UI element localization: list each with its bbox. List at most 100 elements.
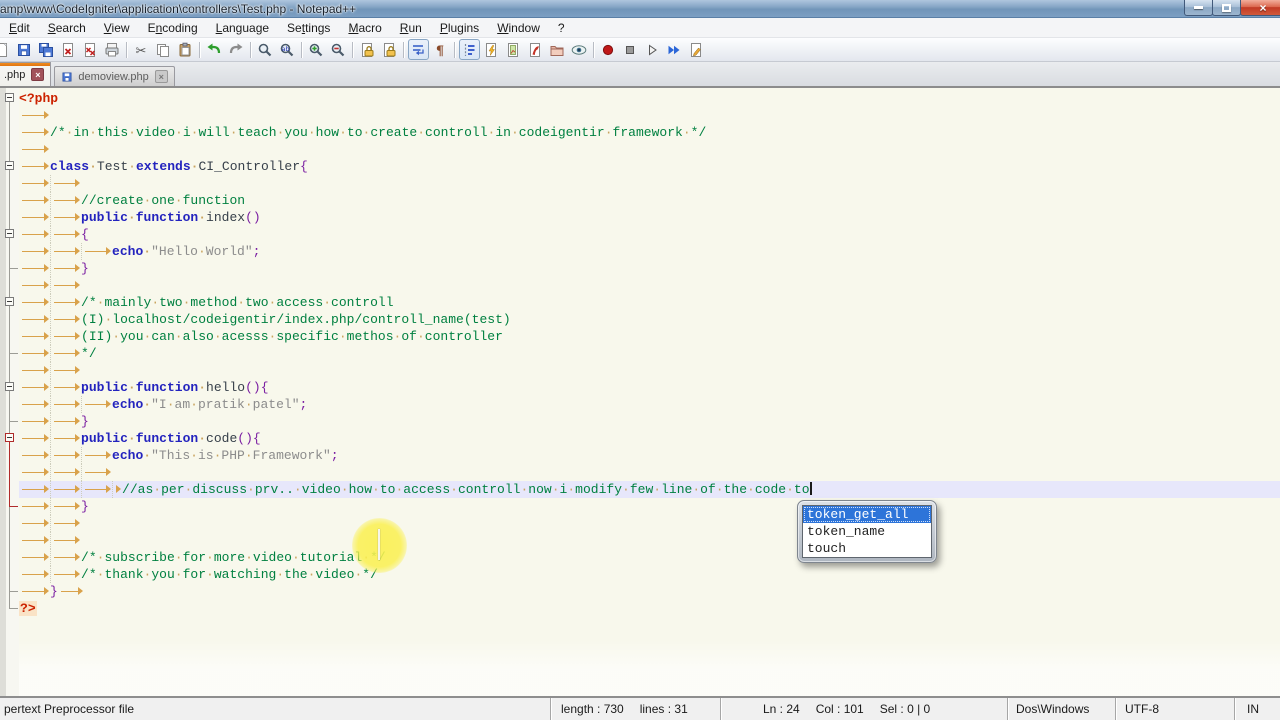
macro-save-button[interactable] <box>686 39 707 60</box>
fold-margin <box>0 277 19 294</box>
code-line-23[interactable] <box>0 464 1280 481</box>
menu-item-view[interactable]: View <box>95 18 139 37</box>
preview-button[interactable] <box>569 39 590 60</box>
macro-run-multiple-button[interactable] <box>664 39 685 60</box>
code-line-27[interactable] <box>0 532 1280 549</box>
code-line-11[interactable]: } <box>0 260 1280 277</box>
menu-item-plugins[interactable]: Plugins <box>431 18 488 37</box>
fold-toggle-icon[interactable] <box>5 433 14 442</box>
close-all-button[interactable] <box>80 39 101 60</box>
fold-toggle-icon[interactable] <box>5 93 14 102</box>
zoom-in-icon <box>309 43 323 56</box>
code-line-17[interactable] <box>0 362 1280 379</box>
macro-record-button[interactable] <box>598 39 619 60</box>
new-file-button[interactable] <box>0 39 13 60</box>
replace-button[interactable]: ab <box>277 39 298 60</box>
file-browser-button[interactable] <box>525 39 546 60</box>
code-line-26[interactable] <box>0 515 1280 532</box>
code-line-24[interactable]: //as·per·discuss·prv..·video·how·to·acce… <box>0 481 1280 498</box>
fold-toggle-icon[interactable] <box>5 382 14 391</box>
code-line-22[interactable]: echo·"This·is·PHP·Framework"; <box>0 447 1280 464</box>
indent-guide-button[interactable] <box>458 39 480 60</box>
zoom-in-button[interactable] <box>306 39 327 60</box>
fold-margin <box>0 362 19 379</box>
code-line-29[interactable]: /*·thank·you·for·watching·the·video·*/ <box>0 566 1280 583</box>
cut-button[interactable]: ✂ <box>131 39 152 60</box>
copy-button[interactable] <box>153 39 174 60</box>
code-line-15[interactable]: (II)·you·can·also·acesss·specific·methos… <box>0 328 1280 345</box>
show-all-characters-button[interactable]: ¶ <box>430 39 451 60</box>
code-line-8[interactable]: public·function·index() <box>0 209 1280 226</box>
fold-margin <box>0 379 19 396</box>
status-insert-mode[interactable]: IN <box>1234 698 1280 720</box>
fold-toggle-icon[interactable] <box>5 297 14 306</box>
code-line-1[interactable]: <?php <box>0 90 1280 107</box>
tab-close-icon[interactable]: × <box>31 68 45 81</box>
menu-item-language[interactable]: Language <box>207 18 278 37</box>
code-line-10[interactable]: echo·"Hello·World"; <box>0 243 1280 260</box>
macro-play-button[interactable] <box>642 39 663 60</box>
code-line-20[interactable]: } <box>0 413 1280 430</box>
code-line-30[interactable]: } <box>0 583 1280 600</box>
macro-stop-button[interactable] <box>620 39 641 60</box>
editor[interactable]: <?php /*·in·this·video·i·will·teach·you·h… <box>0 88 1280 696</box>
menu-item-macro[interactable]: Macro <box>339 18 390 37</box>
code-line-19[interactable]: echo·"I·am·pratik·patel"; <box>0 396 1280 413</box>
code-line-3[interactable]: /*·in·this·video·i·will·teach·you·how·to… <box>0 124 1280 141</box>
code-line-9[interactable]: { <box>0 226 1280 243</box>
fold-toggle-icon[interactable] <box>5 161 14 170</box>
find-button[interactable] <box>255 39 276 60</box>
code-line-4[interactable] <box>0 141 1280 158</box>
maximize-button[interactable] <box>1212 0 1241 16</box>
code-line-31[interactable]: ?> <box>0 600 1280 617</box>
menu-item-help[interactable]: ? <box>549 18 574 37</box>
save-all-button[interactable] <box>36 39 57 60</box>
code-line-16[interactable]: */ <box>0 345 1280 362</box>
zoom-out-button[interactable] <box>328 39 349 60</box>
close-file-button[interactable] <box>58 39 79 60</box>
close-button[interactable]: × <box>1240 0 1280 16</box>
fold-margin <box>0 549 19 566</box>
code-line-6[interactable] <box>0 175 1280 192</box>
menu-item-settings[interactable]: Settings <box>278 18 339 37</box>
code-line-12[interactable] <box>0 277 1280 294</box>
code-line-28[interactable]: /*·subscribe·for·more·video·tutorial·*/ <box>0 549 1280 566</box>
tab-demoview-php[interactable]: demoview.php × <box>54 66 175 86</box>
menu-item-run[interactable]: Run <box>391 18 431 37</box>
folder-as-workspace-button[interactable] <box>547 39 568 60</box>
autocomplete-item[interactable]: token_get_all <box>803 506 931 523</box>
code-line-5[interactable]: class·Test·extends·CI_Controller{ <box>0 158 1280 175</box>
print-button[interactable] <box>102 39 123 60</box>
code-line-14[interactable]: (I)·localhost/codeigentir/index.php/cont… <box>0 311 1280 328</box>
paste-button[interactable] <box>175 39 196 60</box>
text-caret <box>809 482 812 495</box>
save-button[interactable] <box>14 39 35 60</box>
undo-button[interactable] <box>204 39 225 60</box>
sync-horizontal-button[interactable] <box>379 39 400 60</box>
menu-item-encoding[interactable]: Encoding <box>139 18 207 37</box>
autocomplete-item[interactable]: touch <box>803 540 931 557</box>
word-wrap-button[interactable] <box>407 39 429 60</box>
code-line-21[interactable]: public·function·code(){ <box>0 430 1280 447</box>
minimize-button[interactable] <box>1184 0 1213 16</box>
function-list-button[interactable] <box>481 39 502 60</box>
fold-toggle-icon[interactable] <box>5 229 14 238</box>
autocomplete-item[interactable]: token_name <box>803 523 931 540</box>
code-line-25[interactable]: } <box>0 498 1280 515</box>
code-line-13[interactable]: /*·mainly·two·method·two·access·controll <box>0 294 1280 311</box>
status-encoding[interactable]: UTF-8 <box>1115 698 1234 720</box>
code-line-7[interactable]: //create·one·function <box>0 192 1280 209</box>
code-line-2[interactable] <box>0 107 1280 124</box>
tab-php[interactable]: .php × <box>0 62 52 86</box>
menu-item-edit[interactable]: Edit <box>0 18 39 37</box>
fold-margin <box>0 430 19 447</box>
document-map-button[interactable] <box>503 39 524 60</box>
status-eol-format[interactable]: Dos\Windows <box>1007 698 1115 720</box>
menu-item-search[interactable]: Search <box>39 18 95 37</box>
code-area[interactable]: <?php /*·in·this·video·i·will·teach·you·h… <box>0 88 1280 617</box>
sync-vertical-button[interactable] <box>357 39 378 60</box>
redo-button[interactable] <box>226 39 247 60</box>
tab-close-icon[interactable]: × <box>154 70 168 83</box>
code-line-18[interactable]: public·function·hello(){ <box>0 379 1280 396</box>
menu-item-window[interactable]: Window <box>488 18 549 37</box>
